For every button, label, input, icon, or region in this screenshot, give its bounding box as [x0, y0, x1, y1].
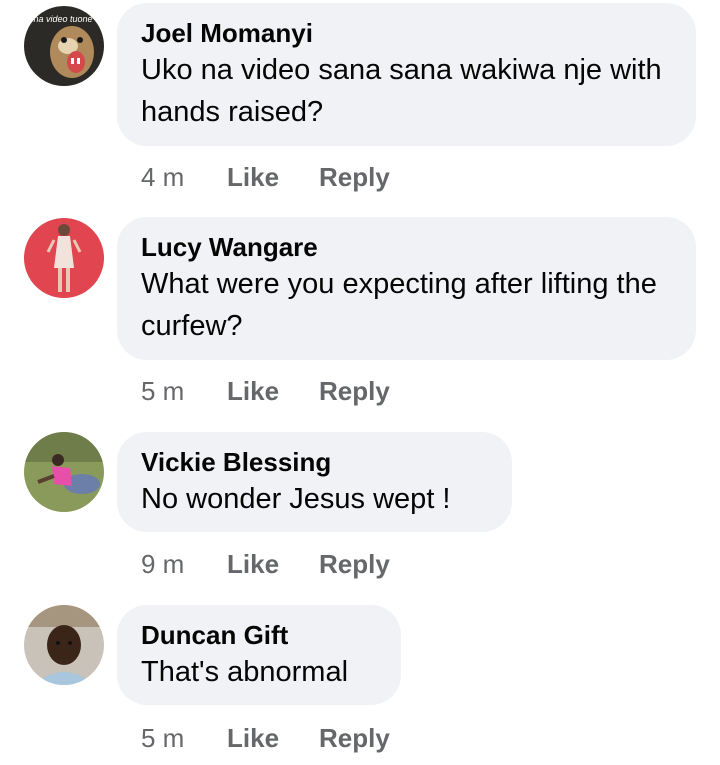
like-button[interactable]: Like — [227, 549, 319, 580]
comment-actions: 9 m Like Reply — [141, 547, 390, 581]
comment-actions: 5 m Like Reply — [141, 721, 390, 755]
comment-text: Uko na video sana sana wakiwa nje with h… — [141, 54, 662, 128]
avatar-image — [24, 605, 104, 685]
avatar-image — [24, 218, 104, 298]
avatar[interactable] — [24, 218, 104, 298]
avatar[interactable] — [24, 432, 104, 512]
reply-button[interactable]: Reply — [319, 162, 390, 193]
comment-bubble: Lucy Wangare What were you expecting aft… — [117, 217, 696, 360]
comment-bubble: Duncan Gift That's abnormal — [117, 605, 401, 705]
like-button[interactable]: Like — [227, 162, 319, 193]
comment-author[interactable]: Duncan Gift — [141, 619, 377, 651]
comment-actions: 5 m Like Reply — [141, 374, 390, 408]
like-button[interactable]: Like — [227, 723, 319, 754]
comment-timestamp: 4 m — [141, 161, 185, 192]
comment-bubble: Vickie Blessing No wonder Jesus wept ! — [117, 432, 512, 532]
comment-author[interactable]: Joel Momanyi — [141, 17, 672, 49]
avatar-caption: o na video tuone — [26, 14, 93, 24]
comment-timestamp: 5 m — [141, 722, 185, 753]
avatar[interactable]: o na video tuone — [24, 6, 104, 86]
comment-author[interactable]: Vickie Blessing — [141, 446, 488, 478]
avatar[interactable] — [24, 605, 104, 685]
comment-text: No wonder Jesus wept ! — [141, 483, 451, 515]
reply-button[interactable]: Reply — [319, 376, 390, 407]
comment-author[interactable]: Lucy Wangare — [141, 231, 672, 263]
avatar-image — [24, 432, 104, 512]
like-button[interactable]: Like — [227, 376, 319, 407]
reply-button[interactable]: Reply — [319, 723, 390, 754]
comment-timestamp: 9 m — [141, 548, 185, 579]
comment-timestamp: 5 m — [141, 375, 185, 406]
comment-text: That's abnormal — [141, 656, 349, 688]
reply-button[interactable]: Reply — [319, 549, 390, 580]
comment-text: What were you expecting after lifting th… — [141, 268, 657, 342]
comment-actions: 4 m Like Reply — [141, 160, 390, 194]
comment-bubble: Joel Momanyi Uko na video sana sana waki… — [117, 3, 696, 146]
